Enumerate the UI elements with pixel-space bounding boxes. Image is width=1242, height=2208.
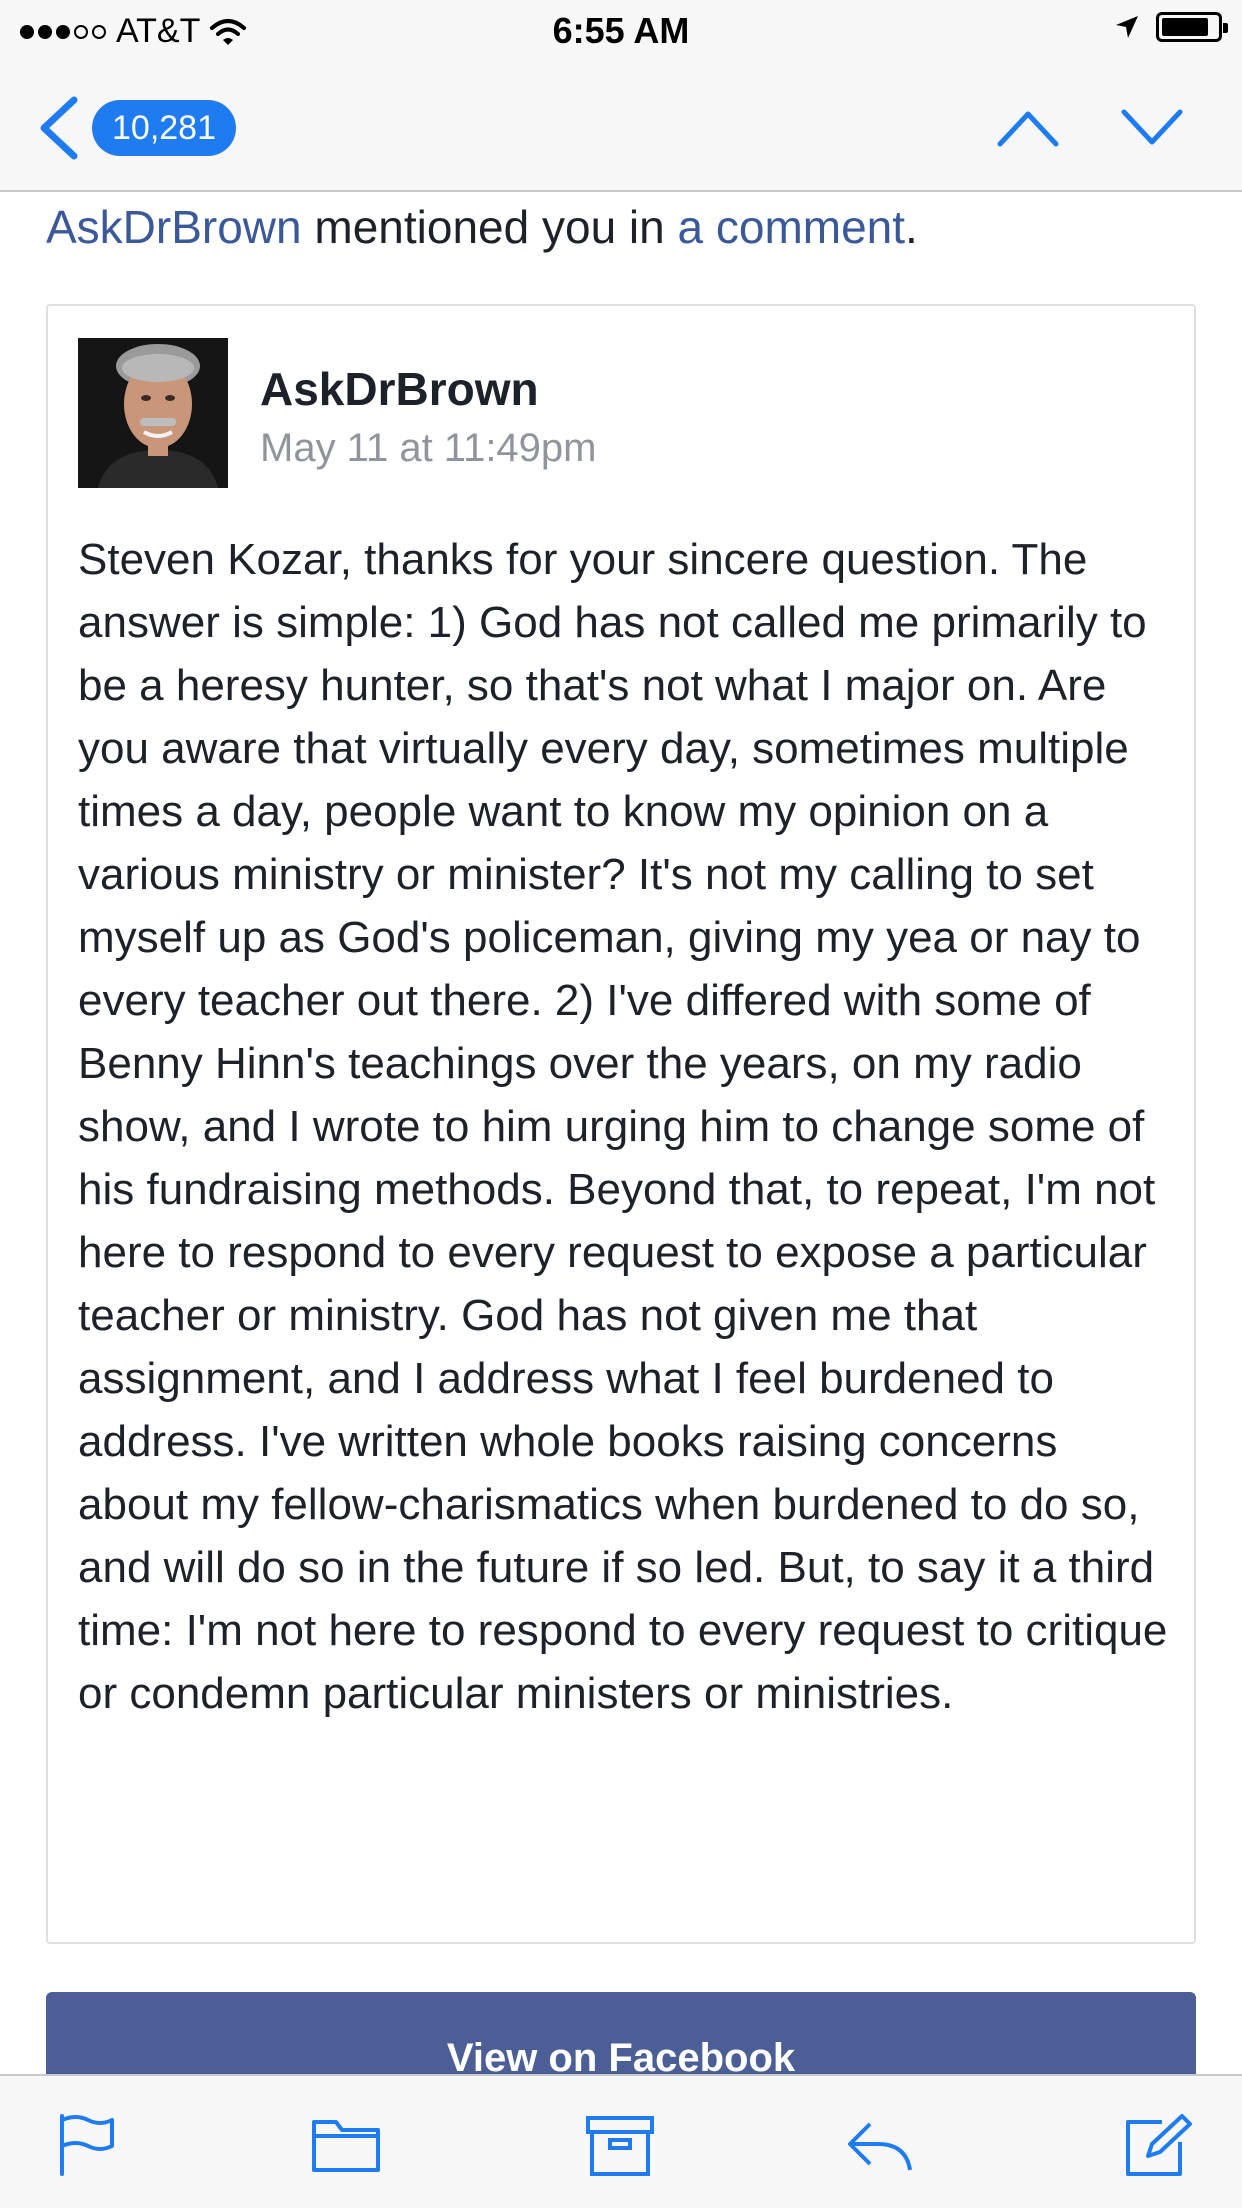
comment-body: Steven Kozar, thanks for your sincere qu… xyxy=(78,535,1168,1718)
avatar[interactable] xyxy=(78,338,228,488)
status-time: 6:55 AM xyxy=(552,10,690,51)
comment-card: AskDrBrown May 11 at 11:49pm Steven Koza… xyxy=(46,304,1196,1944)
mail-toolbar xyxy=(0,2074,1242,2208)
status-right xyxy=(1114,12,1228,42)
comment-link[interactable]: a comment xyxy=(678,201,906,253)
status-bar: AT&T 6:55 AM xyxy=(0,0,1242,60)
compose-icon[interactable] xyxy=(1122,2112,1194,2178)
chevron-up-icon[interactable] xyxy=(996,100,1060,156)
archive-icon[interactable] xyxy=(584,2112,656,2178)
message-count-badge[interactable]: 10,281 xyxy=(92,100,236,156)
mention-period: . xyxy=(905,201,918,253)
mention-author-link[interactable]: AskDrBrown xyxy=(46,201,302,253)
comment-date: May 11 at 11:49pm xyxy=(260,426,597,470)
reply-icon[interactable] xyxy=(844,2112,916,2178)
flag-icon[interactable] xyxy=(50,2112,122,2178)
mention-line: AskDrBrown mentioned you in a comment. xyxy=(46,200,918,254)
chevron-left-icon[interactable] xyxy=(34,96,84,160)
mention-text: mentioned you in xyxy=(301,201,678,253)
folder-icon[interactable] xyxy=(310,2112,382,2178)
mail-nav-bar: 10,281 xyxy=(0,60,1242,192)
battery-icon xyxy=(1156,12,1228,42)
comment-author[interactable]: AskDrBrown xyxy=(260,362,539,416)
chevron-down-icon[interactable] xyxy=(1120,100,1184,156)
location-arrow-icon xyxy=(1116,16,1138,38)
